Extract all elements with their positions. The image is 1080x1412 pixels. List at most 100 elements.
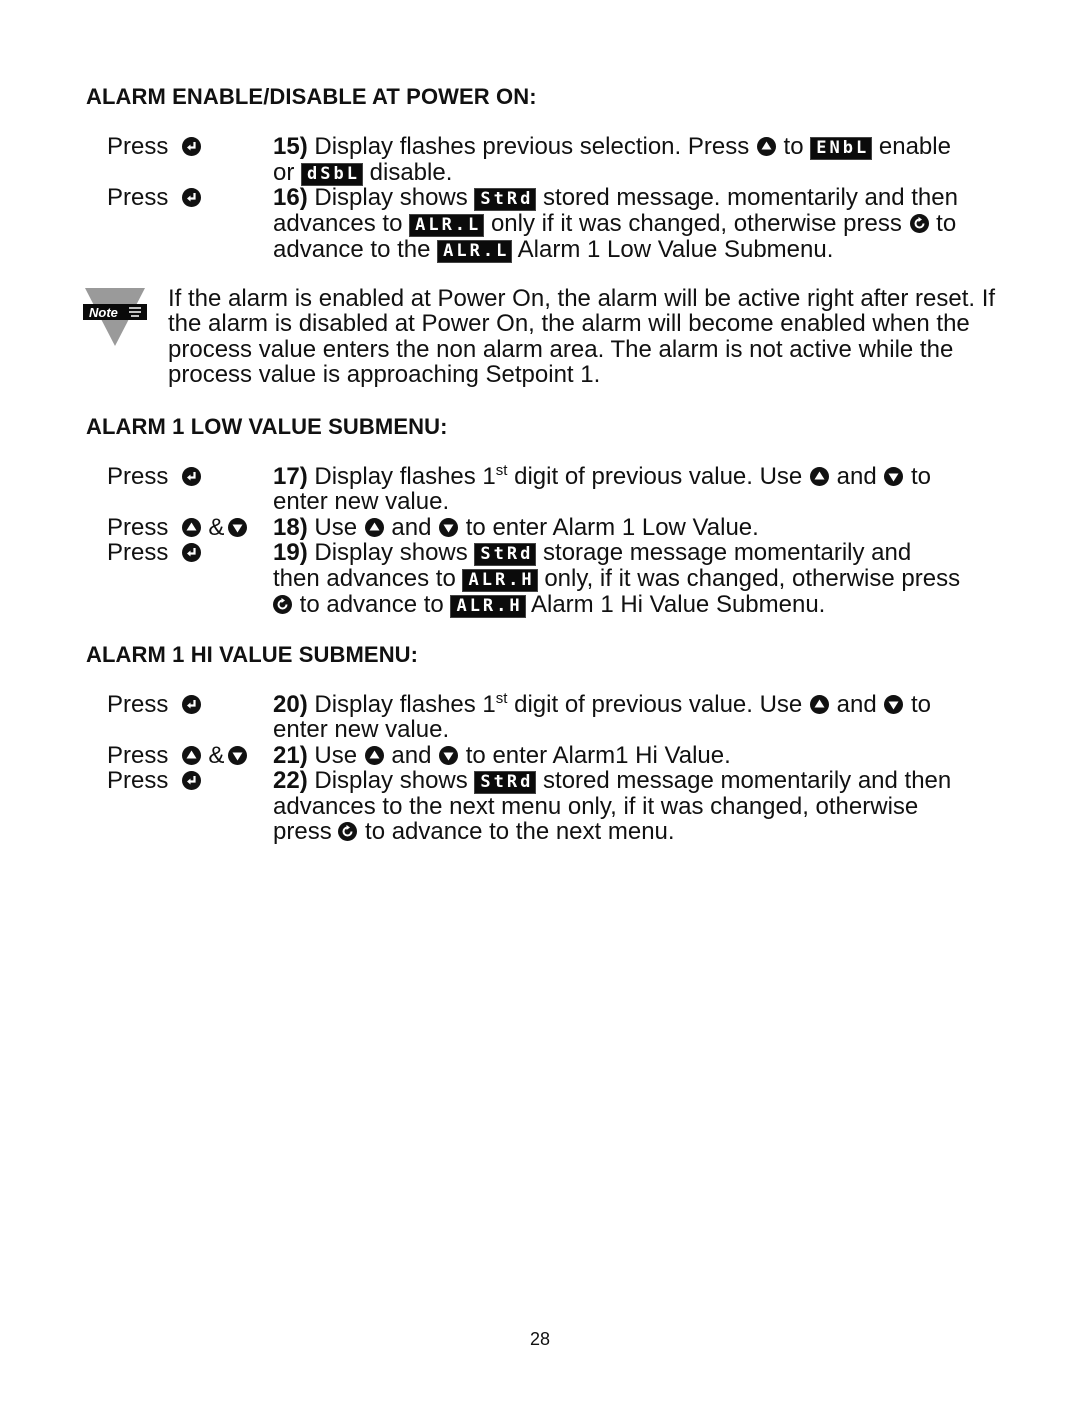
- step-number: 18): [273, 514, 308, 541]
- note-icon: Note: [83, 288, 147, 346]
- step-number: 17): [273, 463, 308, 490]
- down-arrow-key-icon: [439, 746, 459, 765]
- up-arrow-key-icon: [182, 746, 202, 766]
- lcd-display-strd: StRd: [474, 771, 537, 794]
- enter-key-icon: [182, 771, 202, 791]
- step-description: 20) Display flashes 1st digit of previou…: [273, 690, 1003, 743]
- text: and: [829, 691, 884, 718]
- step-number: 16): [273, 184, 308, 211]
- step-description: 17) Display flashes 1st digit of previou…: [273, 463, 1003, 516]
- step-number: 21): [273, 742, 308, 769]
- text: enable: [872, 133, 951, 160]
- text: Display shows: [307, 539, 475, 566]
- cycle-key-icon: [909, 214, 929, 233]
- text: to enter Alarm 1 Low Value.: [459, 514, 759, 541]
- text: to advance to: [293, 591, 451, 618]
- text: advances to the next menu only, if it wa…: [273, 793, 919, 820]
- step-number: 22): [273, 767, 308, 794]
- cycle-key-icon: [338, 822, 358, 842]
- enter-key-icon: [182, 137, 202, 157]
- lcd-display-dsbl: dSbL: [301, 163, 363, 186]
- enter-key-icon: [182, 188, 202, 208]
- text: press: [273, 818, 339, 846]
- up-arrow-key-icon: [364, 518, 384, 537]
- section-heading-alarm-enable-disable: ALARM ENABLE/DISABLE AT POWER ON:: [86, 84, 537, 109]
- press-instruction: Press &: [107, 743, 248, 768]
- down-arrow-key-icon: [884, 695, 904, 714]
- text: and: [384, 514, 439, 541]
- text: Display shows: [307, 767, 475, 794]
- enter-key-icon: [182, 695, 202, 715]
- text: and: [829, 463, 884, 490]
- text: storage message momentarily and: [536, 539, 912, 566]
- text: to: [904, 691, 932, 718]
- section-heading-alarm-1-hi-value: ALARM 1 HI VALUE SUBMENU:: [86, 642, 419, 667]
- lcd-display-strd: StRd: [474, 543, 537, 566]
- text: to advance to the next menu.: [358, 818, 675, 846]
- text: enter new value.: [273, 488, 450, 516]
- text: digit of previous value. Use: [507, 691, 809, 718]
- press-instruction: Press: [107, 540, 202, 565]
- text: Display shows: [307, 184, 475, 211]
- up-arrow-key-icon: [756, 137, 776, 156]
- step-description: 15) Display flashes previous selection. …: [273, 134, 1003, 186]
- text: digit of previous value. Use: [507, 463, 809, 490]
- down-arrow-key-icon: [228, 746, 248, 766]
- enter-key-icon: [182, 467, 202, 487]
- text: Display flashes previous selection. Pres…: [307, 133, 756, 160]
- step-description: 22) Display shows StRd stored message mo…: [273, 768, 1003, 845]
- text: stored message momentarily and then: [536, 767, 952, 794]
- press-instruction: Press: [107, 134, 202, 159]
- ampersand: &: [208, 514, 225, 541]
- step-description: 19) Display shows StRd storage message m…: [273, 540, 1003, 618]
- text: to: [904, 463, 932, 490]
- step-description: 16) Display shows StRd stored message. m…: [273, 185, 1003, 263]
- press-label: Press: [107, 514, 169, 541]
- up-arrow-key-icon: [809, 695, 829, 714]
- text: advance to the: [273, 236, 438, 263]
- press-label: Press: [107, 539, 169, 566]
- text: advances to: [273, 210, 410, 237]
- text: only, if it was changed, otherwise press: [537, 565, 961, 592]
- text: then advances to: [273, 565, 463, 592]
- note-text: If the alarm is enabled at Power On, the…: [168, 285, 996, 389]
- page-number: 28: [529, 1329, 551, 1349]
- text: and: [384, 742, 439, 769]
- up-arrow-key-icon: [182, 518, 202, 538]
- press-instruction: Press: [107, 692, 202, 717]
- press-instruction: Press: [107, 185, 202, 210]
- up-arrow-key-icon: [809, 467, 829, 486]
- text: Alarm 1 Low Value Submenu.: [512, 236, 834, 263]
- text: to: [929, 210, 957, 237]
- step-description: 21) Use and to enter Alarm1 Hi Value.: [273, 743, 1003, 768]
- down-arrow-key-icon: [884, 467, 904, 486]
- press-label: Press: [107, 767, 169, 794]
- enter-key-icon: [182, 543, 202, 563]
- step-description: 18) Use and to enter Alarm 1 Low Value.: [273, 515, 1003, 540]
- lcd-display-enbl: ENbL: [810, 137, 873, 160]
- lcd-display-alrh: ALR.H: [462, 569, 538, 592]
- step-number: 15): [273, 133, 308, 160]
- text: to enter Alarm1 Hi Value.: [459, 742, 731, 769]
- text: only if it was changed, otherwise press: [484, 210, 909, 237]
- down-arrow-key-icon: [439, 518, 459, 537]
- up-arrow-key-icon: [364, 746, 384, 765]
- note-label: Note: [89, 305, 118, 320]
- text: Display flashes 1: [307, 463, 496, 490]
- press-instruction: Press &: [107, 515, 248, 540]
- text: stored message. momentarily and then: [536, 184, 958, 211]
- press-instruction: Press: [107, 768, 202, 793]
- press-label: Press: [107, 463, 169, 490]
- text: Use: [307, 514, 364, 541]
- press-label: Press: [107, 742, 169, 769]
- superscript: st: [495, 690, 508, 707]
- cycle-key-icon: [273, 595, 292, 614]
- press-label: Press: [107, 184, 169, 211]
- manual-page: ALARM ENABLE/DISABLE AT POWER ON: Press …: [0, 0, 1080, 1412]
- lcd-display-strd: StRd: [474, 188, 537, 211]
- lcd-display-alrh: ALR.H: [450, 595, 526, 618]
- text: Alarm 1 Hi Value Submenu.: [525, 591, 826, 618]
- text: to: [776, 133, 811, 160]
- text: disable.: [362, 159, 453, 186]
- text: Display flashes 1: [307, 691, 496, 718]
